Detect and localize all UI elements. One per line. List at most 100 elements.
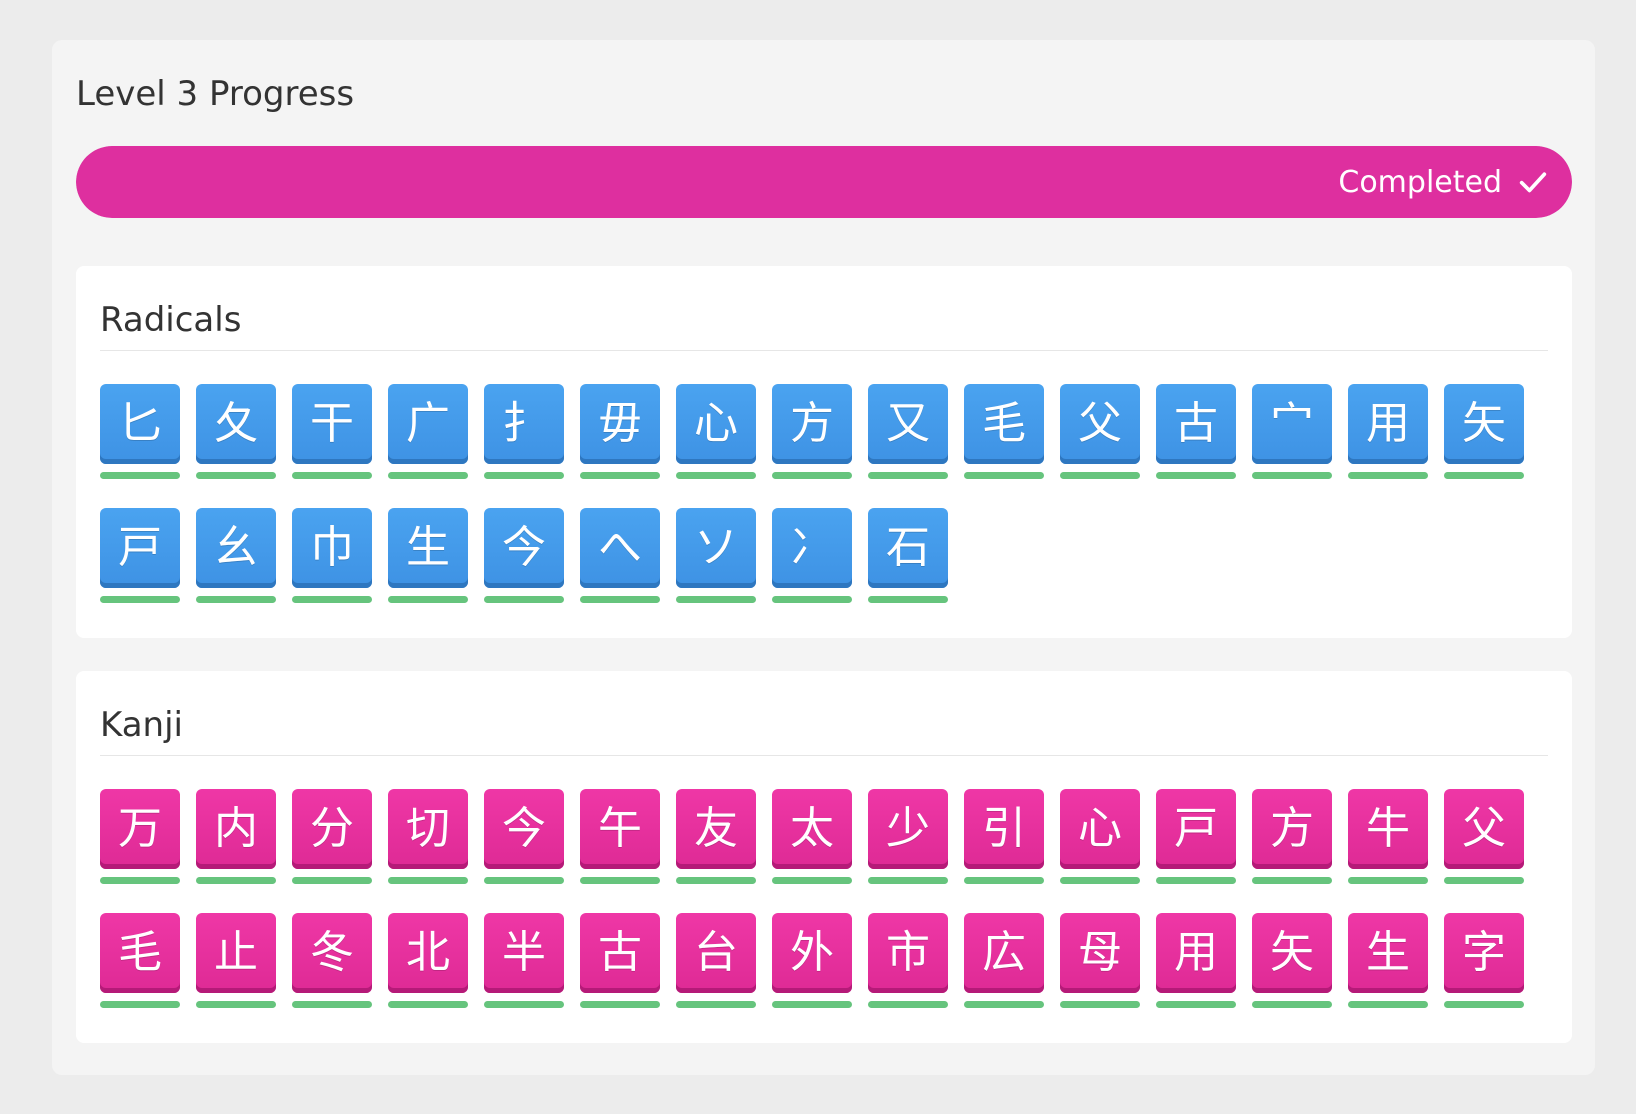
- kanji-tile[interactable]: 古: [580, 913, 660, 993]
- radical-tile[interactable]: 又: [868, 384, 948, 464]
- kanji-tile[interactable]: 午: [580, 789, 660, 869]
- radical-item: 矢: [1444, 384, 1524, 480]
- kanji-tile[interactable]: 心: [1060, 789, 1140, 869]
- radical-item: 匕: [100, 384, 180, 480]
- kanji-item: 午: [580, 789, 660, 885]
- progress-status: Completed: [1338, 146, 1550, 218]
- srs-progress-bar: [1252, 1001, 1332, 1008]
- srs-progress-bar: [484, 472, 564, 479]
- srs-progress-bar: [964, 472, 1044, 479]
- kanji-tile[interactable]: 市: [868, 913, 948, 993]
- kanji-tile[interactable]: 広: [964, 913, 1044, 993]
- kanji-tile[interactable]: 父: [1444, 789, 1524, 869]
- level-title: Level 3 Progress: [76, 74, 355, 114]
- srs-progress-bar: [1060, 877, 1140, 884]
- kanji-tile[interactable]: 矢: [1252, 913, 1332, 993]
- kanji-tile[interactable]: 毛: [100, 913, 180, 993]
- radical-tile[interactable]: 匕: [100, 384, 180, 464]
- radical-item: 又: [868, 384, 948, 480]
- kanji-item: 台: [676, 913, 756, 1009]
- radical-tile[interactable]: 父: [1060, 384, 1140, 464]
- kanji-tile[interactable]: 今: [484, 789, 564, 869]
- radical-tile[interactable]: 干: [292, 384, 372, 464]
- kanji-item: 心: [1060, 789, 1140, 885]
- kanji-item: 用: [1156, 913, 1236, 1009]
- kanji-tile[interactable]: 台: [676, 913, 756, 993]
- progress-label: Completed: [1338, 164, 1502, 200]
- radical-tile[interactable]: 毛: [964, 384, 1044, 464]
- checkmark-icon: [1519, 172, 1547, 193]
- radical-tile[interactable]: 心: [676, 384, 756, 464]
- kanji-tile[interactable]: 少: [868, 789, 948, 869]
- radical-tile[interactable]: 今: [484, 508, 564, 588]
- radical-tile[interactable]: 古: [1156, 384, 1236, 464]
- kanji-tile[interactable]: 外: [772, 913, 852, 993]
- kanji-tile[interactable]: 生: [1348, 913, 1428, 993]
- srs-progress-bar: [964, 1001, 1044, 1008]
- kanji-tile[interactable]: 万: [100, 789, 180, 869]
- radical-item: 古: [1156, 384, 1236, 480]
- radical-tile[interactable]: 方: [772, 384, 852, 464]
- radical-item: 父: [1060, 384, 1140, 480]
- srs-progress-bar: [1348, 877, 1428, 884]
- srs-progress-bar: [388, 596, 468, 603]
- kanji-item: 父: [1444, 789, 1524, 885]
- srs-progress-bar: [580, 1001, 660, 1008]
- kanji-item: 牛: [1348, 789, 1428, 885]
- radical-item: 巾: [292, 508, 372, 604]
- radical-item: 生: [388, 508, 468, 604]
- kanji-tile[interactable]: 内: [196, 789, 276, 869]
- kanji-tile[interactable]: 母: [1060, 913, 1140, 993]
- kanji-tile[interactable]: 引: [964, 789, 1044, 869]
- kanji-tile[interactable]: 太: [772, 789, 852, 869]
- srs-progress-bar: [676, 1001, 756, 1008]
- radical-tile[interactable]: 生: [388, 508, 468, 588]
- srs-progress-bar: [484, 596, 564, 603]
- radical-tile[interactable]: 毋: [580, 384, 660, 464]
- radical-tile[interactable]: へ: [580, 508, 660, 588]
- radical-tile[interactable]: ソ: [676, 508, 756, 588]
- kanji-tile[interactable]: 半: [484, 913, 564, 993]
- kanji-tile[interactable]: 友: [676, 789, 756, 869]
- radical-tile[interactable]: 广: [388, 384, 468, 464]
- radical-tile[interactable]: 用: [1348, 384, 1428, 464]
- radical-tile[interactable]: 宀: [1252, 384, 1332, 464]
- radicals-heading: Radicals: [100, 300, 242, 340]
- radical-tile[interactable]: 幺: [196, 508, 276, 588]
- srs-progress-bar: [868, 472, 948, 479]
- radical-tile[interactable]: 戸: [100, 508, 180, 588]
- kanji-item: 万: [100, 789, 180, 885]
- srs-progress-bar: [868, 1001, 948, 1008]
- kanji-tile[interactable]: 分: [292, 789, 372, 869]
- kanji-divider: [100, 755, 1548, 756]
- kanji-tile[interactable]: 用: [1156, 913, 1236, 993]
- kanji-tile[interactable]: 字: [1444, 913, 1524, 993]
- radical-tile[interactable]: 冫: [772, 508, 852, 588]
- radical-tile[interactable]: 矢: [1444, 384, 1524, 464]
- srs-progress-bar: [1444, 1001, 1524, 1008]
- radical-tile[interactable]: 扌: [484, 384, 564, 464]
- srs-progress-bar: [100, 1001, 180, 1008]
- kanji-tile[interactable]: 冬: [292, 913, 372, 993]
- kanji-tile[interactable]: 方: [1252, 789, 1332, 869]
- kanji-tile[interactable]: 北: [388, 913, 468, 993]
- srs-progress-bar: [388, 1001, 468, 1008]
- kanji-tile[interactable]: 牛: [1348, 789, 1428, 869]
- kanji-tile[interactable]: 止: [196, 913, 276, 993]
- radical-tile[interactable]: 夂: [196, 384, 276, 464]
- kanji-item: 戸: [1156, 789, 1236, 885]
- srs-progress-bar: [580, 877, 660, 884]
- kanji-item: 半: [484, 913, 564, 1009]
- radical-item: 戸: [100, 508, 180, 604]
- kanji-tile[interactable]: 戸: [1156, 789, 1236, 869]
- srs-progress-bar: [772, 1001, 852, 1008]
- kanji-item: 少: [868, 789, 948, 885]
- srs-progress-bar: [1060, 472, 1140, 479]
- kanji-item: 外: [772, 913, 852, 1009]
- kanji-tile[interactable]: 切: [388, 789, 468, 869]
- radical-tile[interactable]: 巾: [292, 508, 372, 588]
- radical-tile[interactable]: 石: [868, 508, 948, 588]
- srs-progress-bar: [196, 1001, 276, 1008]
- radical-item: ソ: [676, 508, 756, 604]
- srs-progress-bar: [388, 472, 468, 479]
